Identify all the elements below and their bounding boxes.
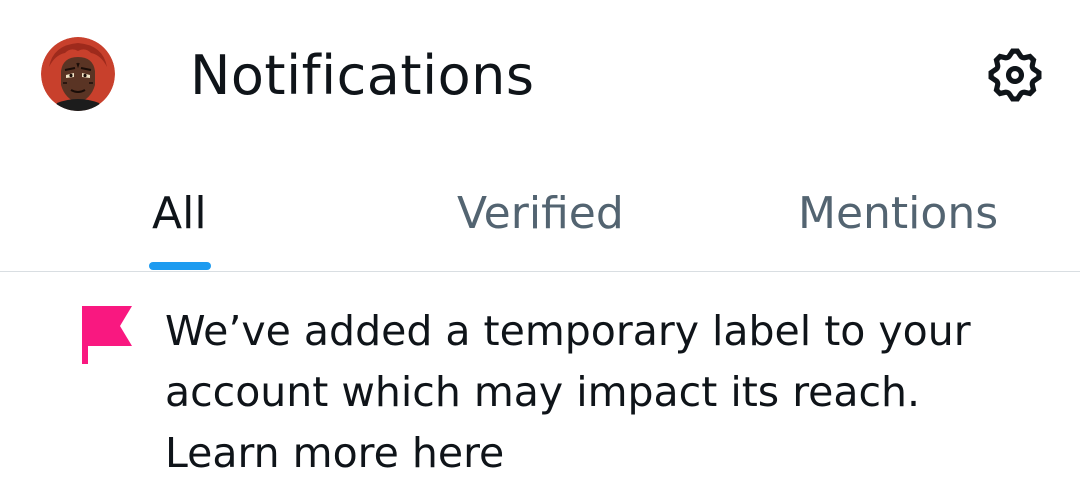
page-title: Notifications xyxy=(190,44,535,107)
flag-icon xyxy=(82,306,132,364)
notification-tabs: All Verified Mentions xyxy=(0,150,1080,272)
tab-verified-label: Verified xyxy=(457,188,624,239)
tab-mentions[interactable]: Mentions xyxy=(770,150,1030,271)
tab-all[interactable]: All xyxy=(120,150,240,271)
top-app-bar: Notifications xyxy=(0,0,1080,150)
tab-mentions-label: Mentions xyxy=(798,188,999,239)
avatar-image xyxy=(41,37,115,111)
learn-more-link[interactable]: Learn more here xyxy=(165,423,1025,484)
tab-all-label: All xyxy=(152,188,207,239)
gear-icon xyxy=(988,48,1042,102)
notice-text: We’ve added a temporary label to your ac… xyxy=(165,301,1025,484)
profile-avatar[interactable] xyxy=(41,37,115,111)
active-tab-indicator xyxy=(149,262,211,270)
notice-message: We’ve added a temporary label to your ac… xyxy=(165,307,971,416)
tab-verified[interactable]: Verified xyxy=(420,150,660,271)
account-label-notice: We’ve added a temporary label to your ac… xyxy=(0,273,1080,503)
settings-button[interactable] xyxy=(984,44,1046,106)
